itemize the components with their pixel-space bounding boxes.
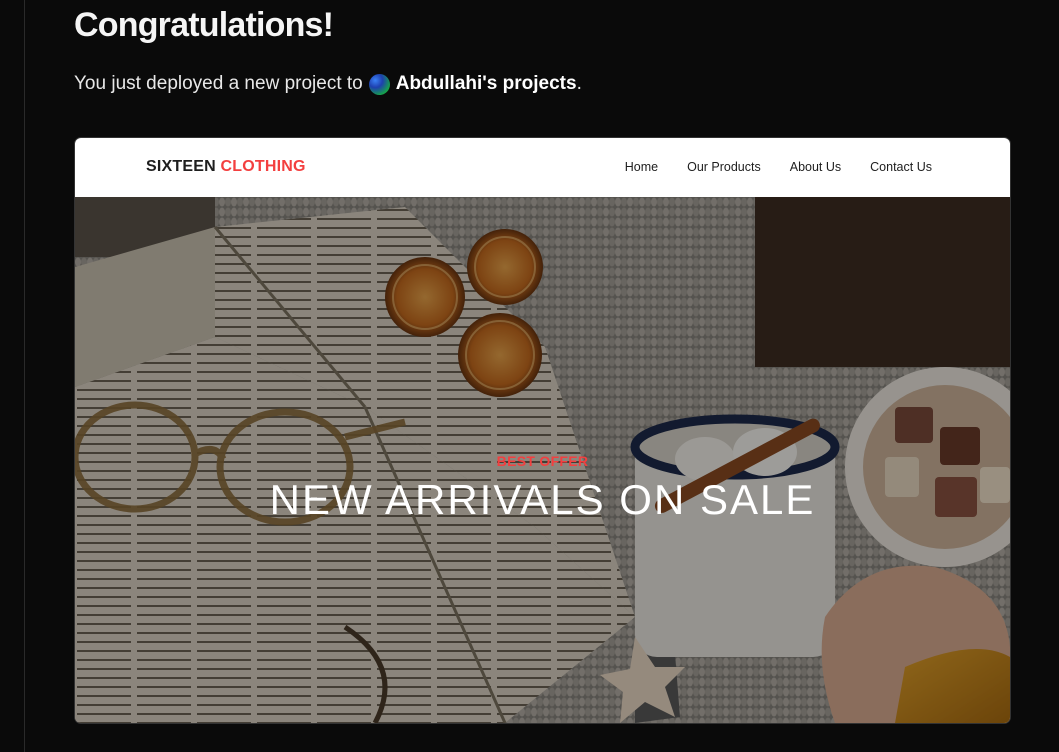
hero-banner: BEST OFFER NEW ARRIVALS ON SALE — [75, 197, 1010, 723]
nav-link-our-products[interactable]: Our Products — [687, 160, 761, 174]
nav-link-about-us[interactable]: About Us — [790, 160, 841, 174]
page-title: Congratulations! — [74, 6, 334, 44]
deploy-message-suffix: . — [576, 73, 582, 94]
deploy-message-prefix: You just deployed a new project to — [74, 73, 363, 94]
site-nav-links: Home Our Products About Us Contact Us — [625, 160, 932, 174]
hero-text-block: BEST OFFER NEW ARRIVALS ON SALE — [75, 453, 1010, 524]
hero-eyebrow: BEST OFFER — [496, 453, 589, 469]
brand-accent-text: CLOTHING — [220, 158, 306, 175]
nav-link-contact-us[interactable]: Contact Us — [870, 160, 932, 174]
deploy-message: You just deployed a new project to Abdul… — [74, 73, 582, 95]
sidebar-divider — [24, 0, 25, 752]
site-navbar: SIXTEEN CLOTHING Home Our Products About… — [75, 138, 1010, 197]
team-name-link[interactable]: Abdullahi's projects — [396, 73, 577, 95]
team-avatar-icon — [368, 73, 390, 95]
site-brand-logo[interactable]: SIXTEEN CLOTHING — [146, 158, 306, 176]
brand-primary-text: SIXTEEN — [146, 158, 216, 175]
nav-link-home[interactable]: Home — [625, 160, 658, 174]
deployment-preview[interactable]: SIXTEEN CLOTHING Home Our Products About… — [74, 137, 1011, 724]
hero-title: NEW ARRIVALS ON SALE — [269, 476, 816, 523]
